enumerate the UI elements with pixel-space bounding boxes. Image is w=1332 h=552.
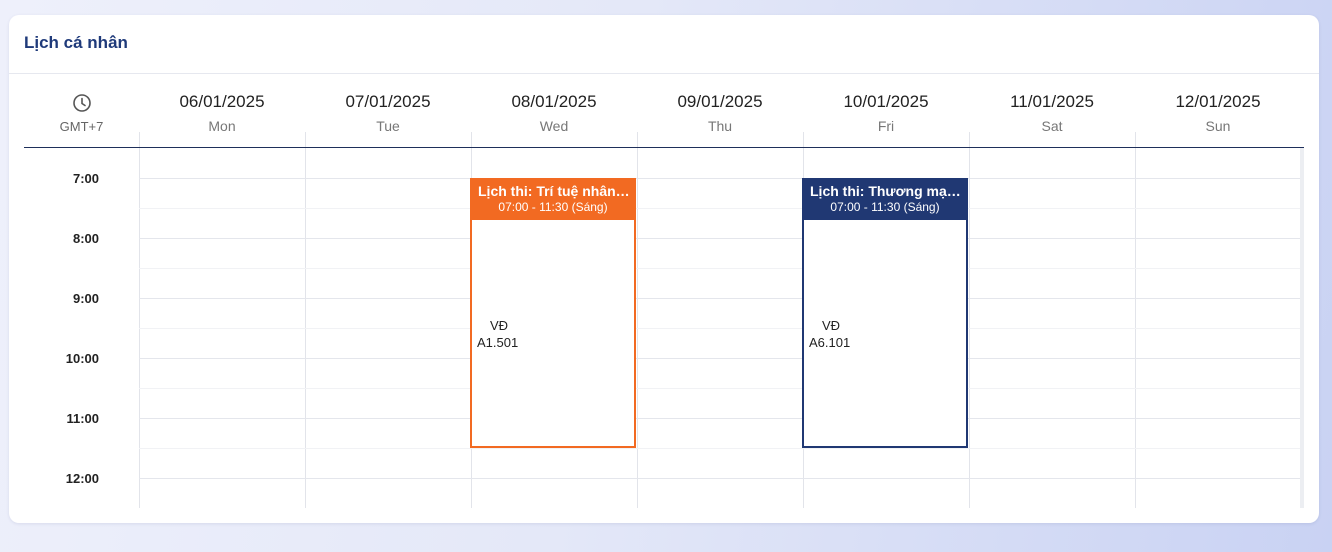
hour-gridline — [139, 358, 1301, 359]
clock-icon — [24, 93, 139, 113]
event-header: Lịch thi: Trí tuệ nhân tạo 07:00 - 11:30… — [472, 180, 634, 220]
day-header-thu: 09/01/2025 Thu — [637, 92, 803, 134]
day-date: 06/01/2025 — [179, 92, 265, 111]
event-title: Lịch thi: Trí tuệ nhân tạo — [478, 183, 634, 199]
day-date: 08/01/2025 — [511, 92, 597, 111]
event-room: A1.501 — [477, 335, 519, 350]
half-hour-gridline — [139, 268, 1301, 269]
hour-gridline — [139, 298, 1301, 299]
hour-label: 10:00 — [65, 351, 99, 366]
day-header-sat: 11/01/2025 Sat — [969, 92, 1135, 134]
hour-label: 8:00 — [72, 231, 99, 246]
day-date: 11/01/2025 — [1010, 92, 1094, 111]
day-date: 10/01/2025 — [843, 92, 929, 111]
day-date: 09/01/2025 — [677, 92, 763, 111]
day-name: Tue — [376, 118, 400, 134]
half-hour-gridline — [139, 208, 1301, 209]
event-time: 07:00 - 11:30 (Sáng) — [830, 200, 940, 214]
title-divider — [9, 73, 1319, 74]
day-name: Wed — [539, 118, 569, 134]
day-name: Fri — [877, 118, 895, 134]
day-name: Mon — [208, 118, 236, 134]
personal-calendar-card: Lịch cá nhân GMT+7 06/01/2025 Mon 07/01/… — [9, 15, 1319, 523]
day-header-wed: 08/01/2025 Wed — [471, 92, 637, 134]
event-location: VĐ A1.501 — [477, 317, 518, 351]
hour-label: 7:00 — [72, 171, 99, 186]
half-hour-gridline — [139, 388, 1301, 389]
vertical-scrollbar[interactable] — [1300, 148, 1304, 508]
day-date: 07/01/2025 — [345, 92, 431, 111]
hour-label: 11:00 — [66, 411, 99, 426]
hour-gridline — [139, 418, 1301, 419]
half-hour-gridline — [139, 328, 1301, 329]
day-header-tue: 07/01/2025 Tue — [305, 92, 471, 134]
day-date: 12/01/2025 — [1175, 92, 1261, 111]
hour-label: 9:00 — [72, 291, 99, 306]
hour-label: 12:00 — [65, 471, 99, 486]
day-name: Thu — [707, 118, 733, 134]
event-location: VĐ A6.101 — [809, 317, 850, 351]
column-divider — [139, 132, 140, 508]
exam-event-fri[interactable]: Lịch thi: Thương mại điện tử 07:00 - 11:… — [802, 178, 968, 448]
event-header: Lịch thi: Thương mại điện tử 07:00 - 11:… — [804, 180, 966, 220]
calendar-title: Lịch cá nhân — [24, 33, 128, 52]
half-hour-gridline — [139, 448, 1301, 449]
column-divider — [1135, 132, 1136, 508]
event-building: VĐ — [822, 318, 841, 333]
hour-gridline — [139, 178, 1301, 179]
column-divider — [637, 132, 638, 508]
timezone-header: GMT+7 — [24, 93, 139, 134]
column-divider — [305, 132, 306, 508]
hour-gridline — [139, 238, 1301, 239]
header-divider — [24, 147, 1304, 148]
exam-event-wed[interactable]: Lịch thi: Trí tuệ nhân tạo 07:00 - 11:30… — [470, 178, 636, 448]
timezone-label: GMT+7 — [59, 119, 104, 134]
day-header-fri: 10/01/2025 Fri — [803, 92, 969, 134]
day-header-mon: 06/01/2025 Mon — [139, 92, 305, 134]
event-time: 07:00 - 11:30 (Sáng) — [498, 200, 608, 214]
event-building: VĐ — [490, 318, 509, 333]
day-name: Sat — [1041, 118, 1063, 134]
column-divider — [969, 132, 970, 508]
day-name: Sun — [1205, 118, 1231, 134]
event-room: A6.101 — [809, 335, 851, 350]
hour-gridline — [139, 478, 1301, 479]
event-title: Lịch thi: Thương mại điện tử — [810, 183, 966, 199]
day-header-sun: 12/01/2025 Sun — [1135, 92, 1301, 134]
